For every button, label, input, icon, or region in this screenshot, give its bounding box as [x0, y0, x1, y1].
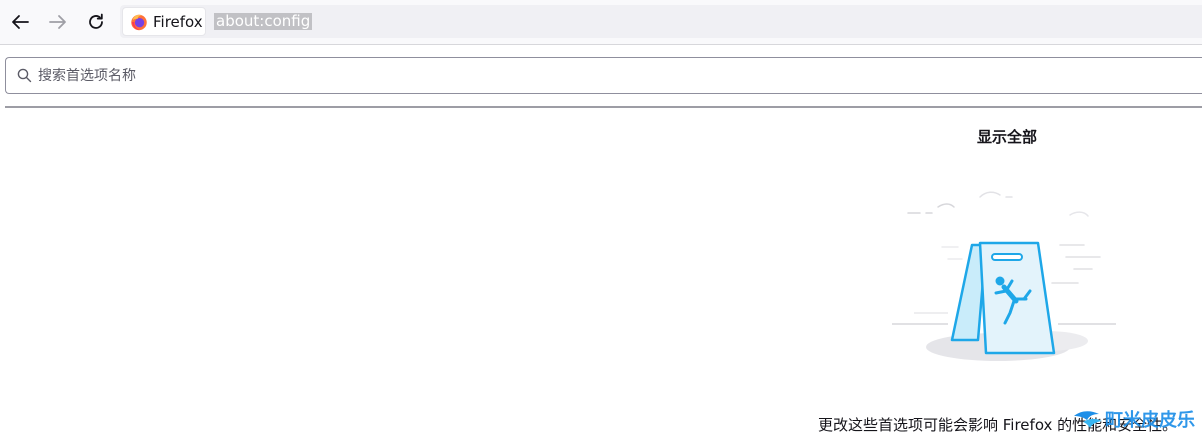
caution-sign-illustration — [892, 191, 1116, 361]
identity-box[interactable]: Firefox — [122, 7, 206, 36]
search-icon — [17, 68, 32, 83]
preference-search-box[interactable] — [5, 57, 1202, 94]
forward-arrow-icon — [49, 15, 66, 29]
firefox-logo-icon — [131, 14, 147, 30]
reload-button[interactable] — [81, 7, 111, 37]
url-text[interactable]: about:config — [214, 13, 313, 30]
search-input[interactable] — [38, 58, 1178, 93]
reload-icon — [89, 13, 103, 29]
show-all-button[interactable]: 显示全部 — [957, 126, 1057, 147]
url-bar[interactable]: Firefox about:config — [120, 5, 1202, 38]
divider — [5, 106, 1202, 108]
back-arrow-icon — [12, 15, 29, 29]
forward-button[interactable] — [43, 7, 73, 37]
back-button[interactable] — [5, 7, 35, 37]
identity-label: Firefox — [153, 12, 203, 31]
watermark-text: 町米皮皮乐 — [1105, 410, 1195, 431]
bird-logo-icon — [1074, 411, 1102, 428]
watermark: 町米皮皮乐 — [1073, 402, 1201, 436]
browser-toolbar: Firefox about:config — [0, 0, 1202, 45]
